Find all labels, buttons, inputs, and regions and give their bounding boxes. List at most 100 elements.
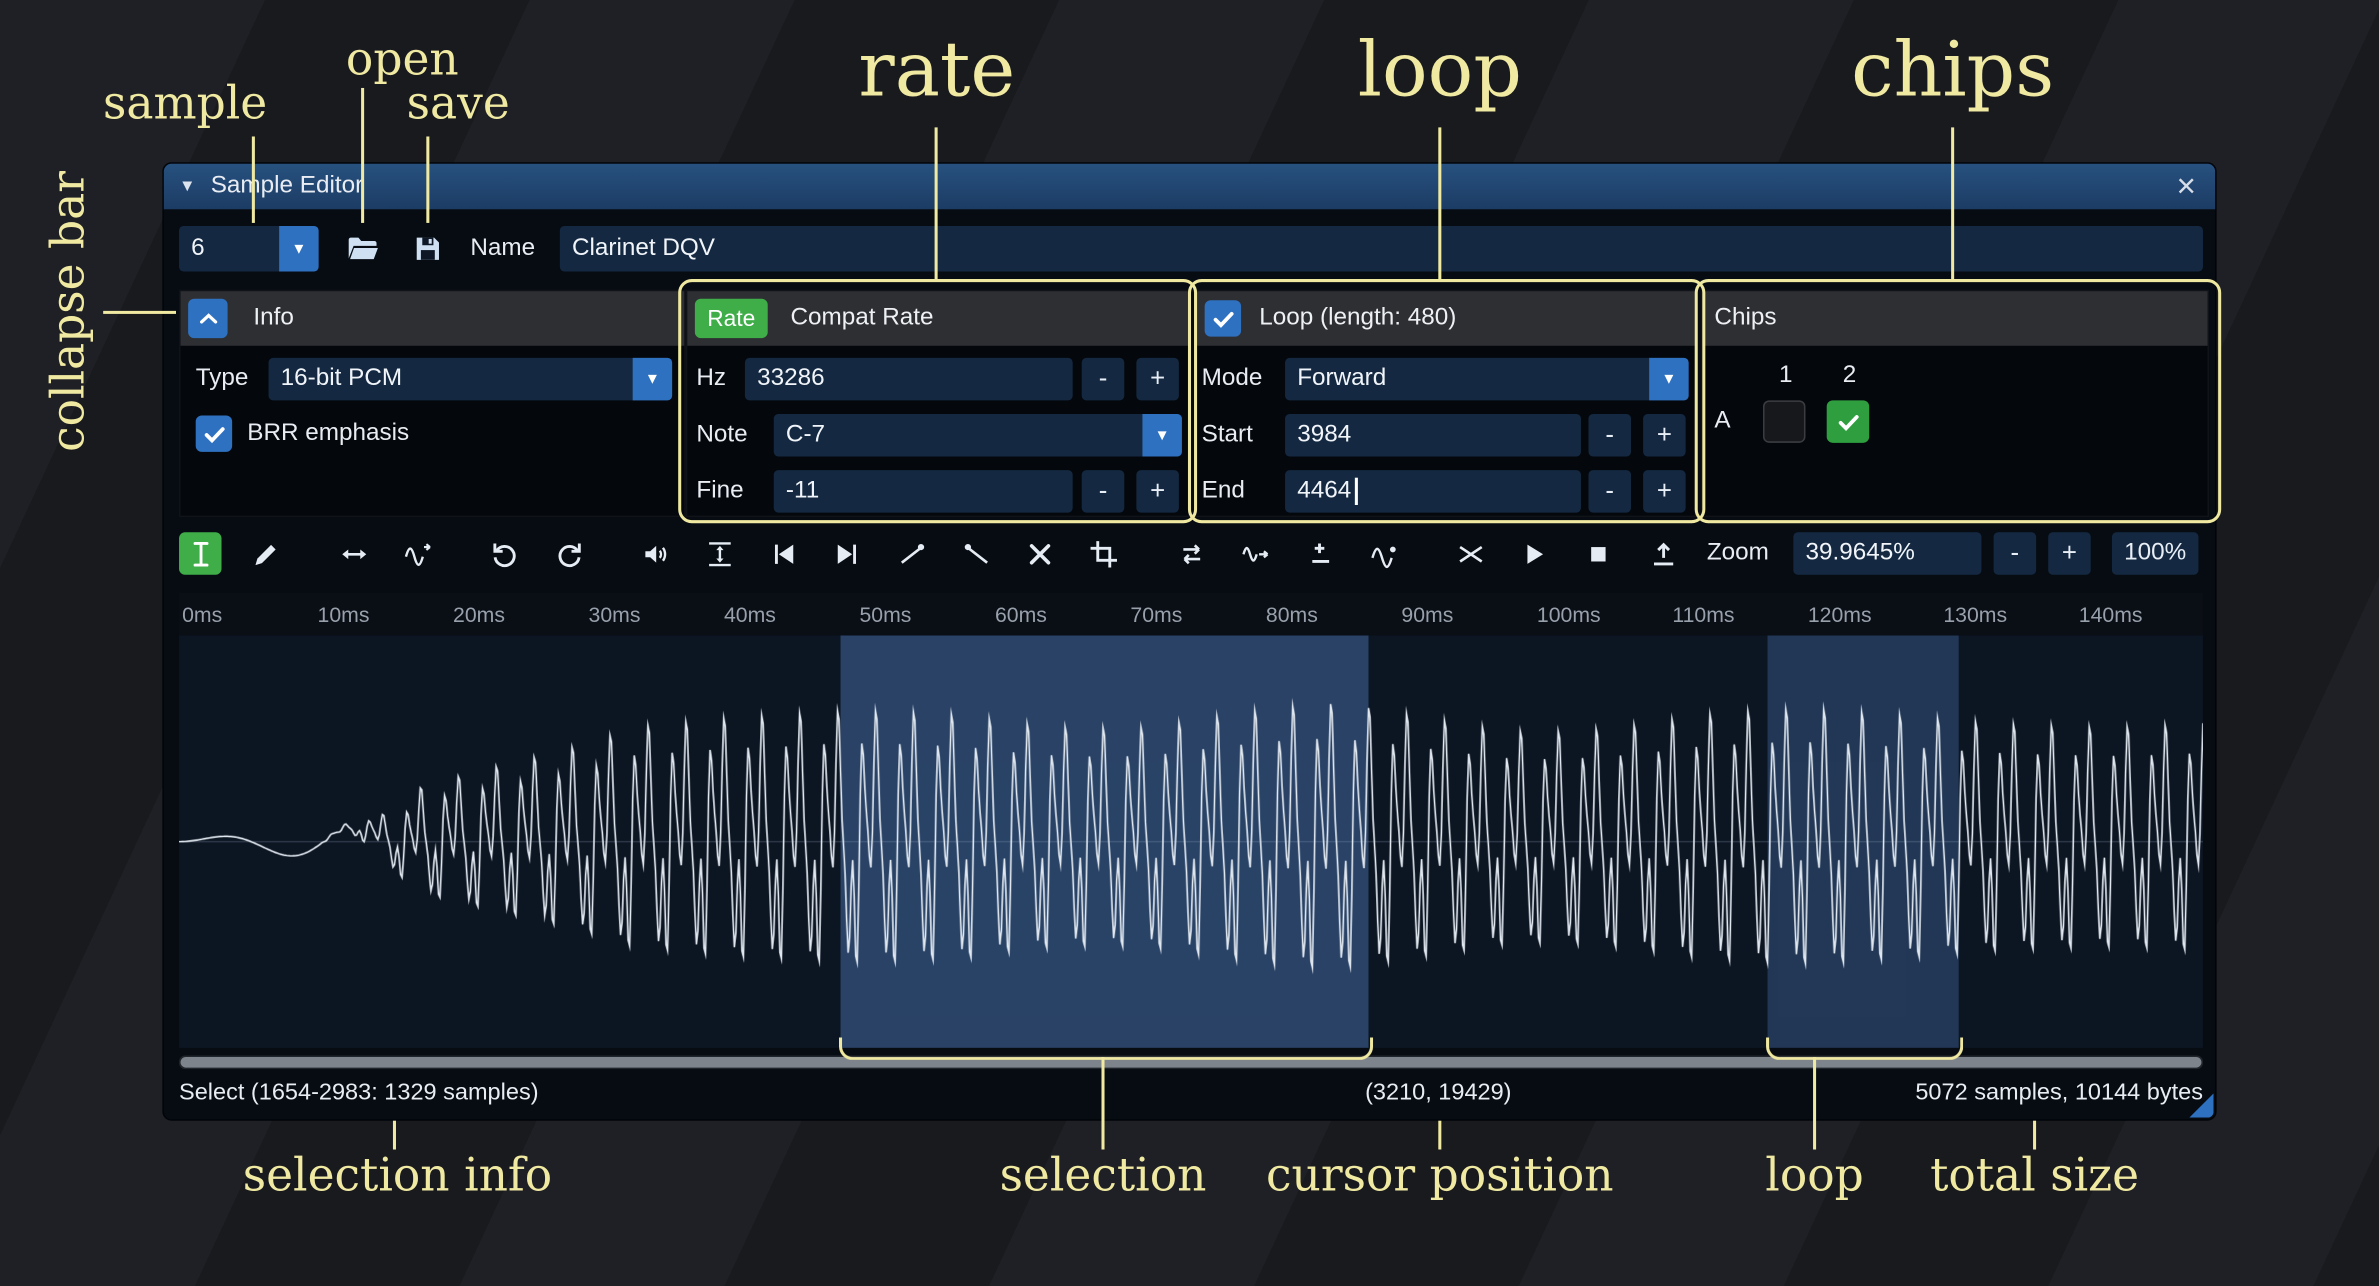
ruler-label: 20ms xyxy=(450,602,585,626)
wave-filter-icon xyxy=(1369,539,1398,568)
annotation-loop-bottom-label: loop xyxy=(1730,1153,1900,1202)
annotation-chips-line xyxy=(1951,127,1954,279)
save-sample-button[interactable] xyxy=(405,226,451,271)
toolbar-amplify-button[interactable] xyxy=(634,532,676,574)
open-sample-button[interactable] xyxy=(340,226,386,271)
annotation-loop-label: loop xyxy=(1320,27,1560,112)
annotation-chips-box xyxy=(1695,279,2221,523)
collapse-bar-button[interactable] xyxy=(188,299,227,338)
sample-select[interactable]: 6 ▼ xyxy=(179,226,319,271)
window-title: Sample Editor xyxy=(211,173,363,200)
collapse-window-icon[interactable]: ▼ xyxy=(179,177,196,195)
toolbar-preview-button[interactable] xyxy=(1513,532,1555,574)
zoom-input[interactable]: 39.9645% xyxy=(1793,532,1981,574)
sample-select-value: 6 xyxy=(179,226,279,271)
annotation-sample-label: sample xyxy=(91,80,279,129)
zoom-reset-button[interactable]: 100% xyxy=(2112,532,2198,574)
annotation-rate-label: rate xyxy=(819,27,1054,112)
type-label: Type xyxy=(196,358,249,400)
floppy-save-icon xyxy=(411,232,444,265)
folder-open-icon xyxy=(346,232,379,265)
undo-icon xyxy=(489,539,518,568)
stage: ▼ Sample Editor × 6 ▼ Name Clarinet DQV xyxy=(0,0,2379,1286)
ruler-label: 60ms xyxy=(992,602,1127,626)
close-icon: × xyxy=(2177,170,2197,203)
toolbar-shift-button[interactable] xyxy=(1233,532,1275,574)
sample-toolbar: Zoom 39.9645% - + 100% xyxy=(164,529,2215,581)
brr-emphasis-label: BRR emphasis xyxy=(247,412,409,454)
toolbar-resize-button[interactable] xyxy=(332,532,374,574)
toolbar-sign-exchange-button[interactable] xyxy=(1299,532,1341,574)
redo-icon xyxy=(555,539,584,568)
sample-name-input[interactable]: Clarinet DQV xyxy=(560,226,2203,271)
ruler-label: 90ms xyxy=(1398,602,1533,626)
toolbar-undo-button[interactable] xyxy=(482,532,524,574)
toolbar-reverse-button[interactable] xyxy=(762,532,804,574)
toolbar-delete-button[interactable] xyxy=(1018,532,1060,574)
resize-grip[interactable] xyxy=(2189,1093,2213,1117)
toolbar-resample-button[interactable] xyxy=(396,532,438,574)
zoom-out-button[interactable]: - xyxy=(1994,532,2036,574)
invert-icon xyxy=(832,539,861,568)
toolbar-crossfade-button[interactable] xyxy=(1449,532,1491,574)
speaker-icon xyxy=(641,539,670,568)
annotation-cursor-position-label: cursor position xyxy=(1259,1153,1620,1202)
toolbar-filter-button[interactable] xyxy=(1362,532,1404,574)
ruler-label: 10ms xyxy=(315,602,450,626)
toolbar-fade-in-button[interactable] xyxy=(891,532,933,574)
x-delete-icon xyxy=(1025,539,1054,568)
name-label: Name xyxy=(470,226,535,271)
zoom-in-button[interactable]: + xyxy=(2048,532,2090,574)
reverse-icon xyxy=(768,539,797,568)
toolbar-normalize-button[interactable] xyxy=(698,532,740,574)
type-select[interactable]: 16-bit PCM ▼ xyxy=(269,358,673,400)
toolbar-invert-button[interactable] xyxy=(825,532,867,574)
toolbar-exchange-button[interactable] xyxy=(1170,532,1212,574)
info-panel-header: Info xyxy=(181,291,685,346)
annotation-loop-bracket xyxy=(1766,1037,1963,1060)
ruler-label: 120ms xyxy=(1805,602,1940,626)
normalize-icon xyxy=(705,539,734,568)
resize-icon xyxy=(339,539,368,568)
ruler-label: 80ms xyxy=(1263,602,1398,626)
ruler-label: 140ms xyxy=(2076,602,2203,626)
close-button[interactable]: × xyxy=(2164,164,2210,209)
time-ruler[interactable]: 0ms 10ms 20ms 30ms 40ms 50ms 60ms 70ms 8… xyxy=(179,593,2203,635)
annotation-chips-label: chips xyxy=(1828,27,2077,112)
brr-emphasis-checkbox[interactable] xyxy=(196,416,232,452)
toolbar-trim-button[interactable] xyxy=(1082,532,1124,574)
toolbar-fade-out-button[interactable] xyxy=(954,532,996,574)
annotation-rate-line xyxy=(935,127,938,279)
toolbar-draw-button[interactable] xyxy=(244,532,286,574)
chevron-down-icon[interactable]: ▼ xyxy=(633,358,672,400)
chevron-up-icon xyxy=(195,306,221,332)
chevron-down-icon[interactable]: ▼ xyxy=(279,226,318,271)
toolbar-stop-button[interactable] xyxy=(1576,532,1618,574)
annotation-cursor-position-line xyxy=(1438,1121,1441,1150)
zoom-label: Zoom xyxy=(1707,529,1769,578)
annotation-selection-info-label: selection info xyxy=(243,1153,546,1202)
toolbar-redo-button[interactable] xyxy=(548,532,590,574)
fade-out-icon xyxy=(961,539,990,568)
plus-minus-icon xyxy=(1306,539,1335,568)
waveform-canvas[interactable] xyxy=(179,635,2203,1047)
pencil-icon xyxy=(251,539,280,568)
ibeam-cursor-icon xyxy=(186,539,215,568)
ruler-label: 110ms xyxy=(1669,602,1804,626)
crop-icon xyxy=(1089,539,1118,568)
window-titlebar[interactable]: ▼ Sample Editor xyxy=(164,164,2215,209)
upload-icon xyxy=(1648,539,1677,568)
annotation-save-line xyxy=(426,136,429,222)
info-panel-title: Info xyxy=(253,305,293,332)
annotation-loop-line xyxy=(1438,127,1441,279)
check-icon xyxy=(201,421,227,447)
toolbar-select-button[interactable] xyxy=(179,532,221,574)
type-select-value: 16-bit PCM xyxy=(269,358,633,400)
annotation-total-size-label: total size xyxy=(1915,1153,2155,1202)
annotation-selection-bracket xyxy=(839,1037,1373,1060)
waveform-view[interactable] xyxy=(179,635,2203,1047)
annotation-rate-box xyxy=(678,279,1197,523)
annotation-selection-label: selection xyxy=(956,1153,1250,1202)
ruler-label: 130ms xyxy=(1940,602,2075,626)
toolbar-create-wavetable-button[interactable] xyxy=(1642,532,1684,574)
